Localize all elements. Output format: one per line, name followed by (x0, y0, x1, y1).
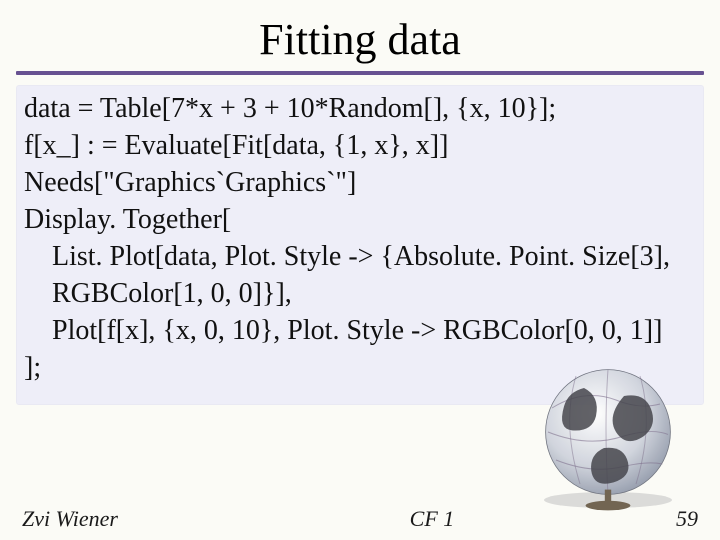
code-line: RGBColor[1, 0, 0]}], (24, 276, 696, 313)
code-line: List. Plot[data, Plot. Style -> {Absolut… (24, 239, 696, 276)
globe-icon (528, 352, 688, 512)
slide: Fitting data data = Table[7*x + 3 + 10*R… (0, 0, 720, 540)
code-line: data = Table[7*x + 3 + 10*Random[], {x, … (24, 91, 696, 128)
title-underline (16, 71, 704, 75)
code-line: Needs["Graphics`Graphics`"] (24, 165, 696, 202)
footer-center: CF 1 (188, 506, 676, 532)
slide-title: Fitting data (0, 0, 720, 71)
footer-author: Zvi Wiener (22, 506, 118, 532)
footer-page: 59 (676, 506, 698, 532)
code-line: f[x_] : = Evaluate[Fit[data, {1, x}, x]] (24, 128, 696, 165)
footer: Zvi Wiener CF 1 59 (0, 506, 720, 532)
code-line: Display. Together[ (24, 202, 696, 239)
code-line: Plot[f[x], {x, 0, 10}, Plot. Style -> RG… (24, 313, 696, 350)
